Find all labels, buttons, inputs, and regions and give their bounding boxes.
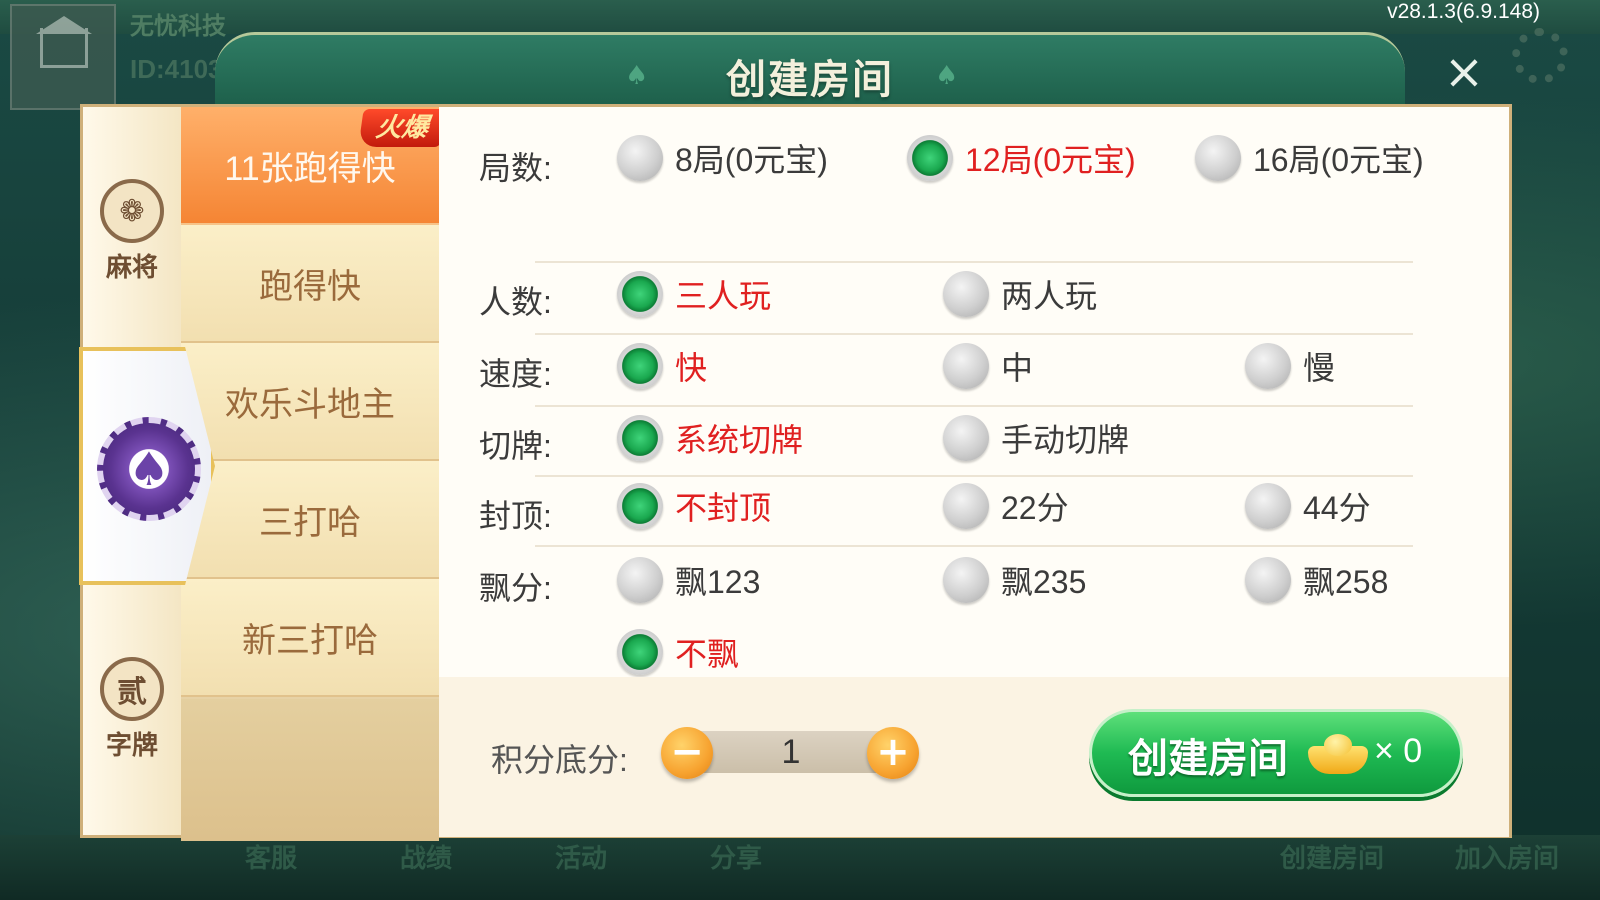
dialog-title-bar: ♠ 创建房间 ♠	[215, 32, 1405, 108]
radio-icon	[943, 415, 989, 461]
dialog-footer: 积分底分: 1 − + 创建房间 × 0	[439, 677, 1509, 837]
radio-selected-icon	[617, 343, 663, 389]
background-top-bar	[0, 0, 1600, 34]
radio-icon	[1195, 135, 1241, 181]
radio-icon	[943, 271, 989, 317]
background-nav-create: 创建房间	[1280, 843, 1385, 873]
rounds-label: 局数:	[479, 150, 552, 186]
close-icon[interactable]: ×	[1440, 48, 1488, 98]
spade-decoration-icon: ♠	[935, 61, 959, 91]
float-option-none[interactable]: 不飘	[617, 629, 739, 675]
radio-icon	[1245, 343, 1291, 389]
game-list-background	[181, 699, 439, 841]
rounds-option-16[interactable]: 16局(0元宝)	[1195, 135, 1424, 181]
gold-ingot-icon	[1308, 732, 1368, 776]
divider	[535, 333, 1413, 335]
create-room-dialog: ❁ 麻将 贰 字牌 11张跑得快 火爆 跑得快 欢乐斗地主 三打哈 新三打哈 ♠…	[79, 104, 1512, 841]
create-room-label: 创建房间	[1128, 737, 1288, 781]
cap-option-22[interactable]: 22分	[943, 483, 1069, 529]
game-tab-doudizhu[interactable]: 欢乐斗地主	[181, 343, 439, 461]
speed-option-fast[interactable]: 快	[617, 343, 707, 389]
players-label: 人数:	[479, 284, 552, 320]
base-score-stepper: 1 − +	[661, 727, 919, 779]
background-nav-activity: 活动	[555, 843, 608, 873]
game-tab-paodekuai[interactable]: 跑得快	[181, 225, 439, 343]
radio-icon	[1245, 483, 1291, 529]
cut-label: 切牌:	[479, 428, 552, 464]
spade-chip-icon: ♠	[97, 417, 201, 521]
category-label: 字牌	[105, 730, 158, 760]
divider	[535, 475, 1413, 477]
radio-selected-icon	[617, 415, 663, 461]
create-room-button[interactable]: 创建房间 × 0	[1089, 709, 1463, 797]
radio-icon	[943, 483, 989, 529]
radio-selected-icon	[617, 629, 663, 675]
dialog-title: 创建房间	[726, 58, 894, 102]
speed-label: 速度:	[479, 356, 552, 392]
float-option-123[interactable]: 飘123	[617, 557, 760, 603]
radio-selected-icon	[907, 135, 953, 181]
background-nav-share: 分享	[710, 843, 763, 873]
radio-icon	[943, 557, 989, 603]
float-option-258[interactable]: 飘258	[1245, 557, 1388, 603]
background-nav-join: 加入房间	[1455, 843, 1560, 873]
cap-option-44[interactable]: 44分	[1245, 483, 1371, 529]
radio-icon	[617, 557, 663, 603]
game-tab-sandaha[interactable]: 三打哈	[181, 461, 439, 579]
category-mahjong[interactable]: ❁ 麻将	[83, 179, 181, 284]
speed-option-slow[interactable]: 慢	[1245, 343, 1335, 389]
radio-icon	[617, 135, 663, 181]
hot-badge: 火爆	[358, 109, 446, 147]
radio-selected-icon	[617, 271, 663, 317]
background-avatar	[10, 4, 116, 110]
divider	[535, 545, 1413, 547]
cut-option-manual[interactable]: 手动切牌	[943, 415, 1129, 461]
options-panel: 局数: 8局(0元宝) 12局(0元宝) 16局(0元宝) 人数: 三人玩 两人…	[439, 107, 1509, 677]
float-label: 飘分:	[479, 570, 552, 606]
divider	[535, 405, 1413, 407]
background-nav-service: 客服	[245, 843, 298, 873]
plus-icon[interactable]: +	[867, 727, 919, 779]
create-room-cost: × 0	[1374, 732, 1423, 770]
radio-icon	[943, 343, 989, 389]
divider	[535, 261, 1413, 263]
players-option-two[interactable]: 两人玩	[943, 271, 1097, 317]
players-option-three[interactable]: 三人玩	[617, 271, 771, 317]
minus-icon[interactable]: −	[661, 727, 713, 779]
float-option-235[interactable]: 飘235	[943, 557, 1086, 603]
game-list: 11张跑得快 火爆 跑得快 欢乐斗地主 三打哈 新三打哈	[181, 107, 446, 841]
mahjong-icon: ❁	[100, 179, 164, 243]
cut-option-system[interactable]: 系统切牌	[617, 415, 803, 461]
game-tab-xin-sandaha[interactable]: 新三打哈	[181, 579, 439, 697]
background-gear-icon	[1512, 28, 1568, 84]
speed-option-medium[interactable]: 中	[943, 343, 1033, 389]
zipai-icon: 贰	[100, 657, 164, 721]
radio-selected-icon	[617, 483, 663, 529]
base-score-value: 1	[781, 733, 801, 771]
category-zipai[interactable]: 贰 字牌	[83, 657, 181, 762]
version-label: v28.1.3(6.9.148)	[1387, 0, 1540, 23]
rounds-option-8[interactable]: 8局(0元宝)	[617, 135, 828, 181]
cap-option-none[interactable]: 不封顶	[617, 483, 771, 529]
radio-icon	[1245, 557, 1291, 603]
background-nav-record: 战绩	[400, 843, 453, 873]
category-label: 麻将	[105, 252, 158, 282]
cap-label: 封顶:	[479, 498, 552, 534]
background-company-name: 无忧科技	[130, 13, 226, 40]
base-score-label: 积分底分:	[491, 742, 628, 778]
rounds-option-12[interactable]: 12局(0元宝)	[907, 135, 1136, 181]
